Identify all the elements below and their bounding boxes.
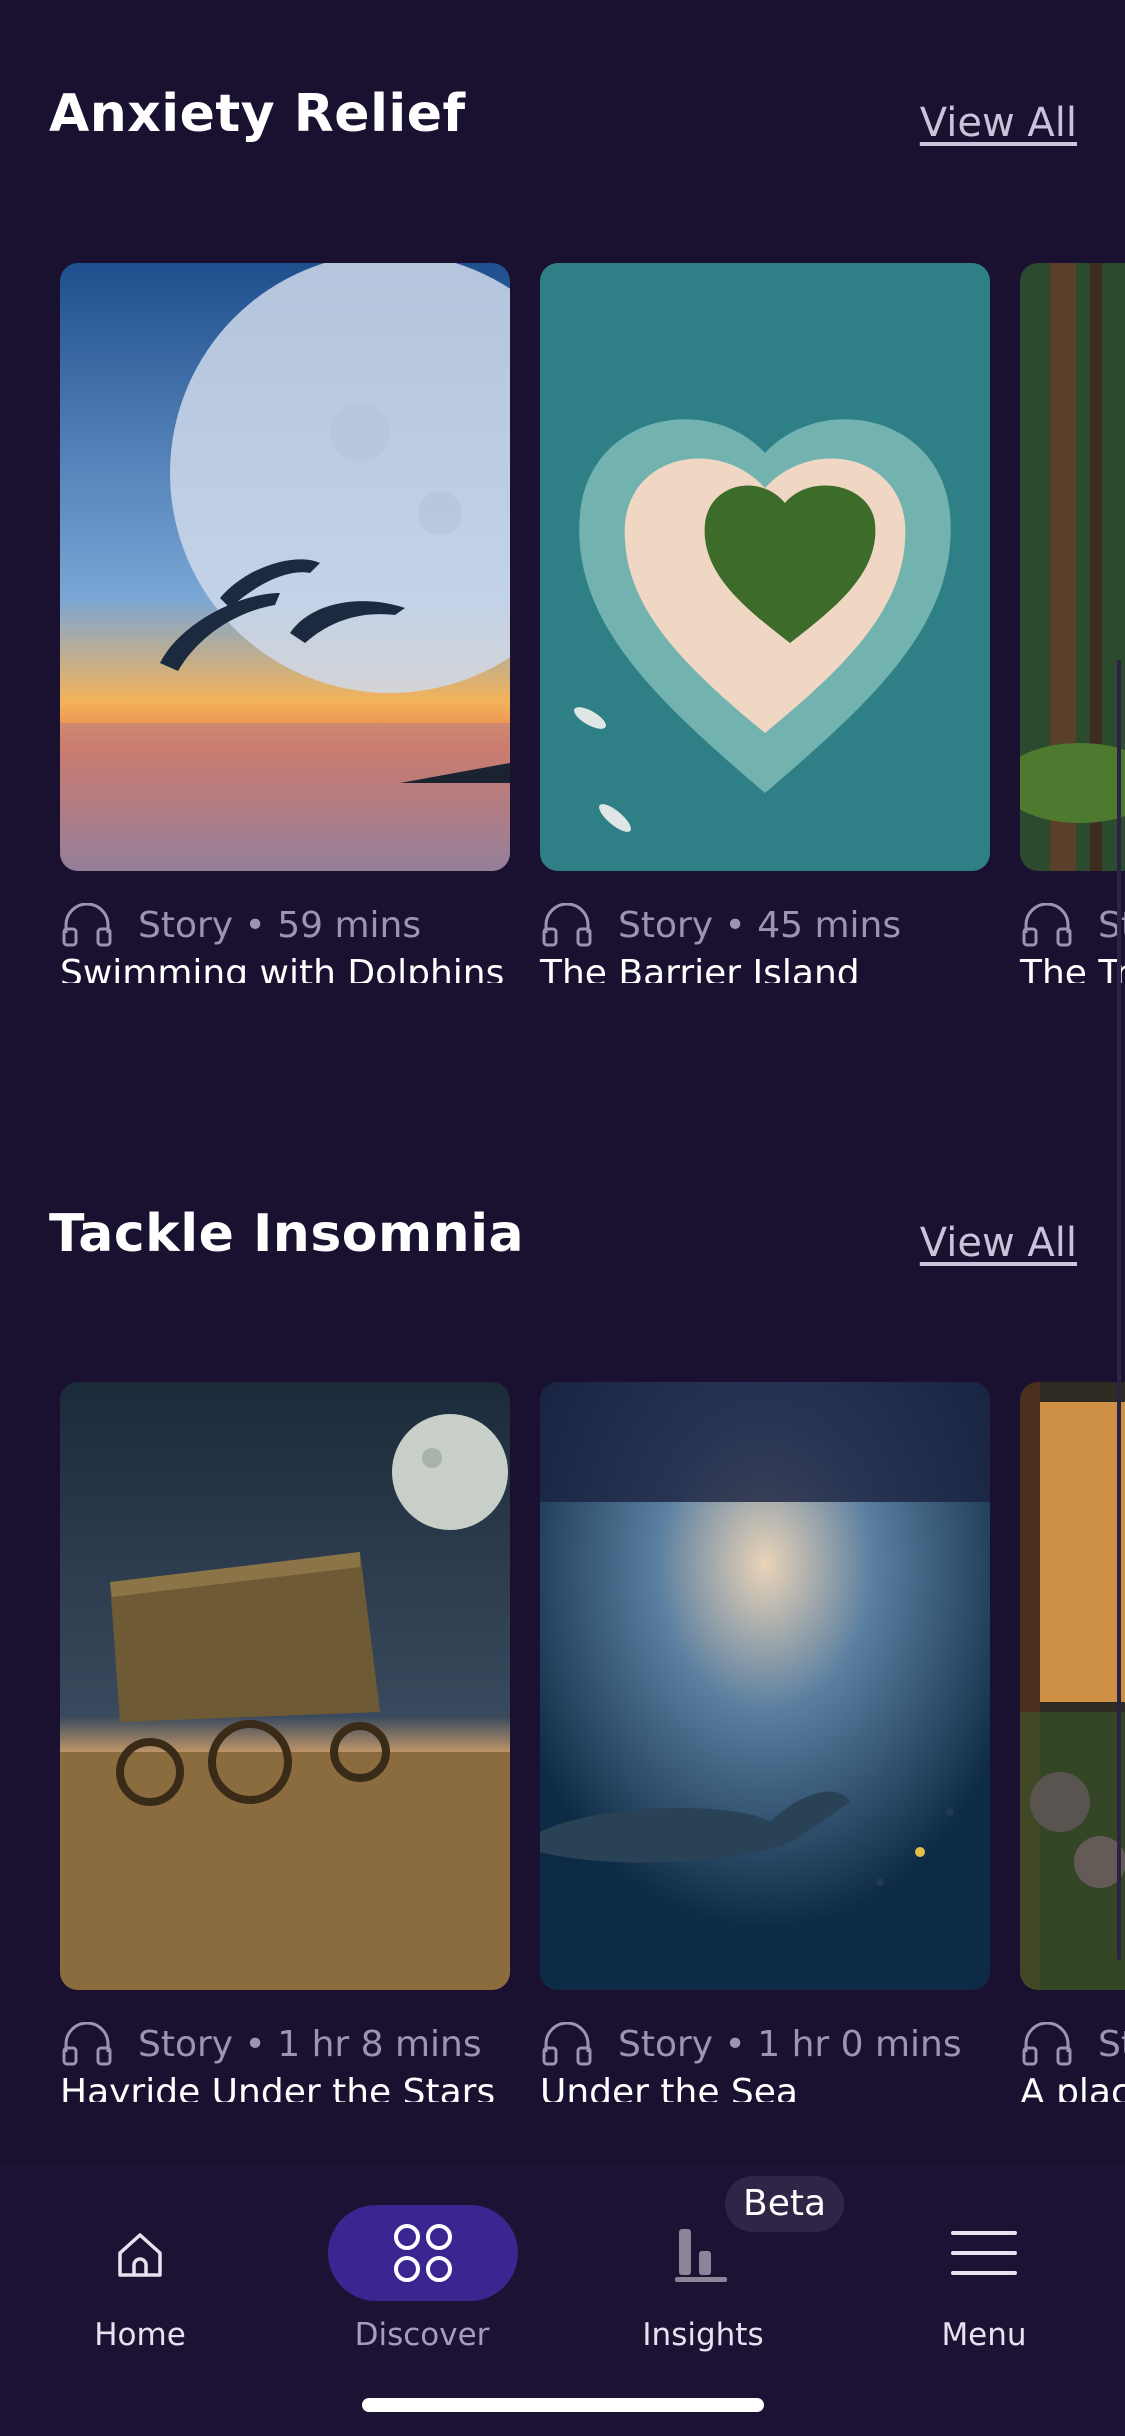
story-meta: St [1020,902,1125,947]
story-meta: Story • 1 hr 8 mins [60,2021,482,2066]
story-title: A plac [1020,2072,1125,2102]
story-meta: Story • 59 mins [60,902,422,947]
story-thumbnail[interactable] [540,1382,990,1990]
carousel[interactable]: Story • 1 hr 8 mins Hayride Under the St… [0,1382,1125,2102]
story-duration: St [1098,2023,1125,2065]
headphones-icon [540,2021,594,2066]
story-duration: Story • 1 hr 8 mins [138,2023,482,2065]
story-card[interactable]: St The Tr [1020,263,1125,983]
story-title: Hayride Under the Stars [60,2072,496,2102]
story-duration: Story • 59 mins [138,904,422,946]
discover-icon [394,2224,452,2282]
story-title: The Barrier Island [540,953,860,983]
nav-label: Insights [642,2317,764,2353]
home-indicator [362,2398,764,2412]
story-meta: St [1020,2021,1125,2066]
headphones-icon [540,902,594,947]
story-title: Under the Sea [540,2072,798,2102]
story-thumbnail[interactable] [1020,263,1125,871]
beta-badge: Beta [725,2176,845,2232]
story-duration: Story • 1 hr 0 mins [618,2023,962,2065]
section-title: Tackle Insomnia [49,1204,525,1264]
story-meta: Story • 1 hr 0 mins [540,2021,962,2066]
scrollbar[interactable] [1117,660,1121,1960]
insights-icon [675,2229,727,2282]
story-card[interactable]: St A plac [1020,1382,1125,2102]
story-card[interactable]: Story • 59 mins Swimming with Dolphins [60,263,510,983]
menu-icon [951,2231,1017,2275]
view-all-link[interactable]: View All [920,1220,1077,1266]
story-meta: Story • 45 mins [540,902,902,947]
headphones-icon [60,2021,114,2066]
story-thumbnail[interactable] [1020,1382,1125,1990]
story-thumbnail[interactable] [540,263,990,871]
story-thumbnail[interactable] [60,263,510,871]
home-icon [118,2233,162,2277]
nav-label: Discover [354,2317,490,2353]
nav-label: Home [94,2317,186,2353]
story-duration: Story • 45 mins [618,904,902,946]
headphones-icon [1020,902,1074,947]
story-title: The Tr [1020,953,1125,983]
nav-label: Menu [941,2317,1027,2353]
story-title: Swimming with Dolphins [60,953,505,983]
headphones-icon [60,902,114,947]
story-card[interactable]: Story • 45 mins The Barrier Island [540,263,990,983]
story-card[interactable]: Story • 1 hr 8 mins Hayride Under the St… [60,1382,510,2102]
section-title: Anxiety Relief [49,84,466,144]
story-card[interactable]: Story • 1 hr 0 mins Under the Sea [540,1382,990,2102]
carousel[interactable]: Story • 59 mins Swimming with Dolphins S… [0,263,1125,983]
headphones-icon [1020,2021,1074,2066]
bottom-nav: Home Discover Insights Menu [0,2165,1125,2436]
story-thumbnail[interactable] [60,1382,510,1990]
view-all-link[interactable]: View All [920,100,1077,146]
